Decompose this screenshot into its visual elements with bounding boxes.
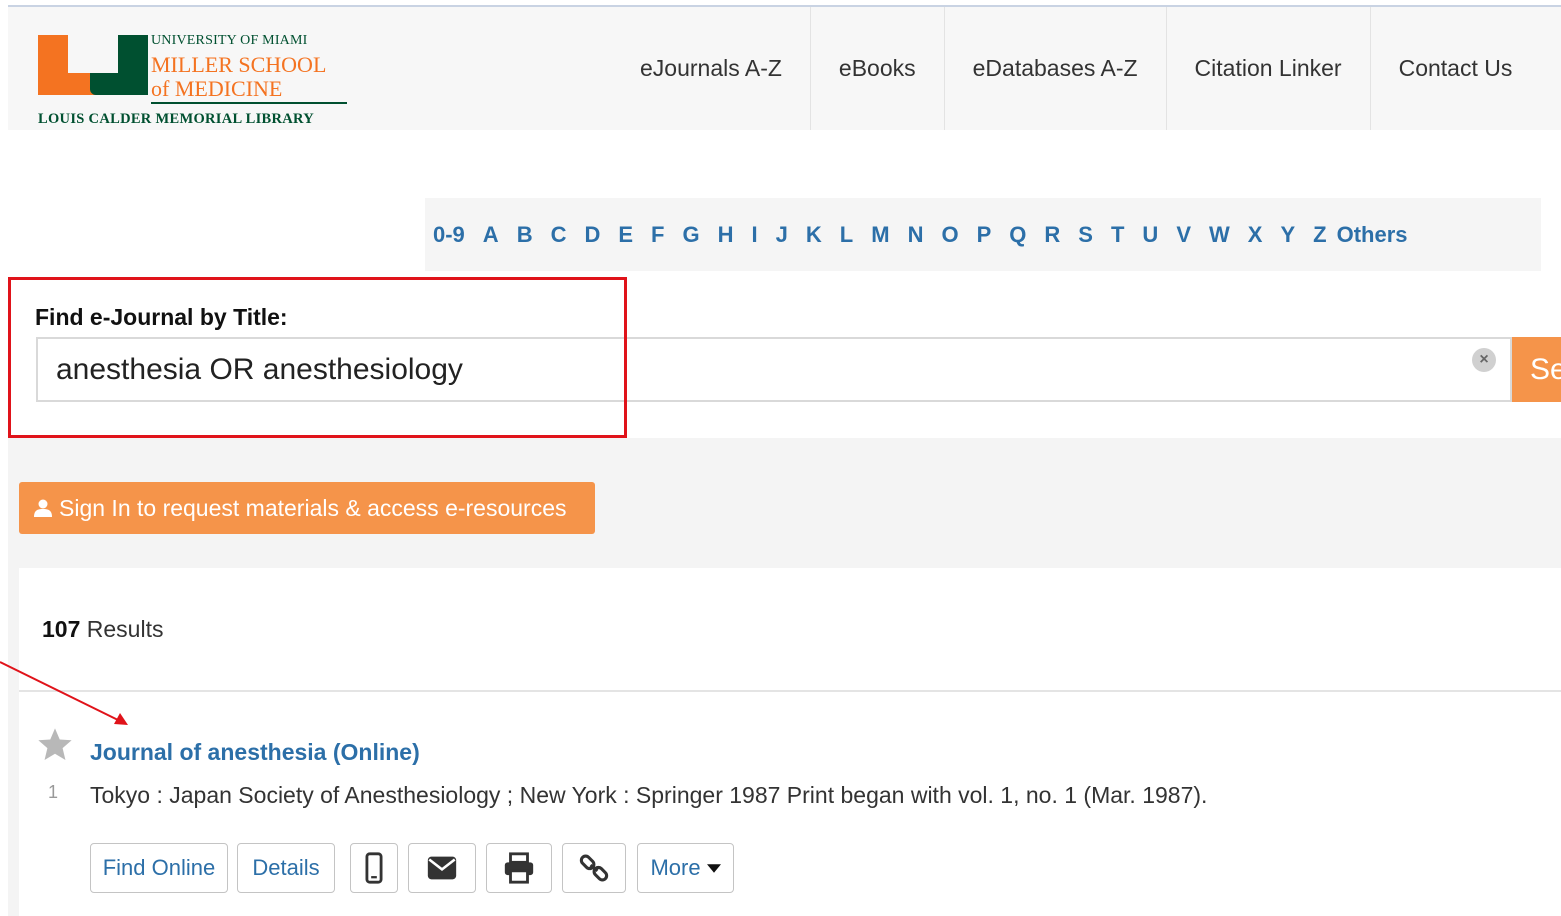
nav-ebooks[interactable]: eBooks [811, 7, 945, 130]
annotation-highlight-box [8, 277, 627, 438]
more-label: More [650, 855, 701, 880]
alpha-link-w[interactable]: W [1209, 222, 1230, 248]
alpha-link-b[interactable]: B [517, 222, 533, 248]
caret-down-icon [706, 863, 721, 873]
alpha-link-others[interactable]: Others [1337, 222, 1408, 248]
results-count-label: Results [80, 616, 164, 642]
sign-in-button[interactable]: Sign In to request materials & access e-… [19, 482, 595, 534]
alpha-link-r[interactable]: R [1044, 222, 1060, 248]
alpha-link-j[interactable]: J [776, 222, 788, 248]
logo-rule [151, 102, 347, 104]
alpha-link-c[interactable]: C [551, 222, 567, 248]
nav-contact-us[interactable]: Contact Us [1371, 7, 1533, 130]
sign-in-label: Sign In to request materials & access e-… [59, 494, 567, 521]
alpha-link-y[interactable]: Y [1280, 222, 1295, 248]
result-title-link[interactable]: Journal of anesthesia (Online) [90, 739, 420, 766]
logo-university-text: UNIVERSITY OF MIAMI [151, 33, 308, 48]
results-count: 107 Results [42, 616, 163, 643]
alpha-link-x[interactable]: X [1248, 222, 1263, 248]
details-button[interactable]: Details [237, 843, 335, 893]
more-dropdown-button[interactable]: More [637, 843, 734, 893]
results-side-strip [8, 568, 19, 916]
results-divider [19, 690, 1561, 692]
alphabet-filter-bar: 0-9 A B C D E F G H I J K L M N O P Q R … [425, 198, 1541, 271]
alpha-link-k[interactable]: K [806, 222, 822, 248]
alpha-link-h[interactable]: H [718, 222, 734, 248]
annotation-arrow [0, 661, 128, 725]
logo-library-text: LOUIS CALDER MEMORIAL LIBRARY [38, 111, 315, 127]
nav-ejournals-az[interactable]: eJournals A-Z [612, 7, 811, 130]
envelope-icon [427, 856, 457, 880]
nav-edatabases-az[interactable]: eDatabases A-Z [945, 7, 1167, 130]
star-icon[interactable] [36, 726, 74, 764]
user-icon [34, 499, 52, 517]
link-icon [579, 854, 609, 882]
alpha-link-d[interactable]: D [584, 222, 600, 248]
mobile-button[interactable] [350, 843, 398, 893]
mobile-phone-icon [365, 852, 383, 884]
alpha-link-g[interactable]: G [683, 222, 700, 248]
main-nav: eJournals A-Z eBooks eDatabases A-Z Cita… [612, 7, 1532, 130]
library-logo[interactable]: UNIVERSITY OF MIAMI MILLER SCHOOL of MED… [38, 25, 348, 129]
printer-icon [504, 852, 534, 884]
alpha-link-e[interactable]: E [618, 222, 633, 248]
alpha-link-p[interactable]: P [977, 222, 992, 248]
alpha-link-0-9[interactable]: 0-9 [433, 222, 465, 248]
logo-u-bottom-green [90, 73, 148, 95]
alpha-link-q[interactable]: Q [1009, 222, 1026, 248]
alpha-link-i[interactable]: I [752, 222, 758, 248]
logo-medicine-text: of MEDICINE [151, 76, 283, 101]
result-number: 1 [48, 782, 59, 802]
email-button[interactable] [408, 843, 476, 893]
alpha-link-n[interactable]: N [908, 222, 924, 248]
alpha-link-t[interactable]: T [1111, 222, 1124, 248]
result-description: Tokyo : Japan Society of Anesthesiology … [90, 782, 1208, 808]
permalink-button[interactable] [562, 843, 626, 893]
logo-school-text: MILLER SCHOOL [151, 52, 327, 77]
results-count-number: 107 [42, 616, 81, 642]
nav-citation-linker[interactable]: Citation Linker [1167, 7, 1371, 130]
print-button[interactable] [486, 843, 552, 893]
alpha-link-m[interactable]: M [871, 222, 889, 248]
alpha-link-z[interactable]: Z [1313, 222, 1326, 248]
alpha-link-v[interactable]: V [1176, 222, 1191, 248]
alpha-link-l[interactable]: L [840, 222, 853, 248]
alpha-link-u[interactable]: U [1142, 222, 1158, 248]
alpha-link-s[interactable]: S [1078, 222, 1093, 248]
clear-search-icon[interactable]: × [1472, 348, 1496, 372]
alpha-link-o[interactable]: O [941, 222, 958, 248]
find-online-button[interactable]: Find Online [90, 843, 228, 893]
alpha-link-f[interactable]: F [651, 222, 664, 248]
search-button[interactable]: Se [1512, 337, 1561, 402]
alpha-link-a[interactable]: A [483, 222, 499, 248]
